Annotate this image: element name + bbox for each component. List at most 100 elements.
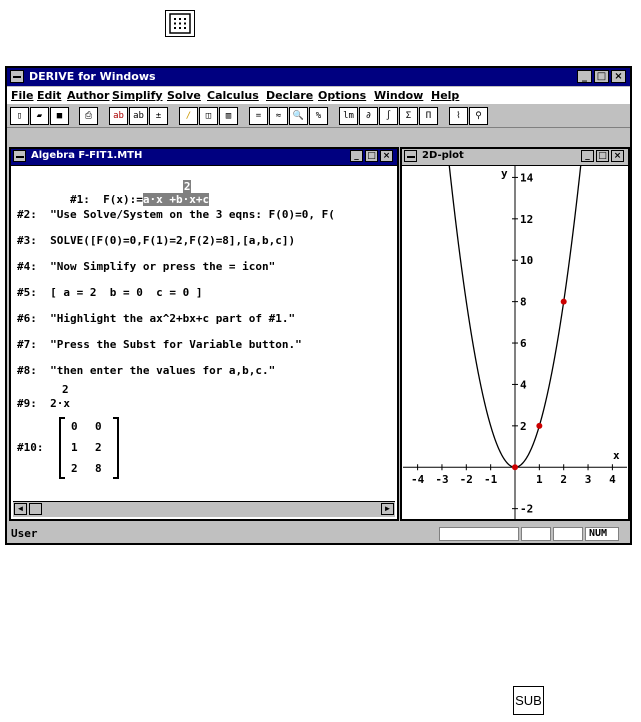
close-button[interactable]: ×: [611, 70, 626, 83]
algebra-minimize-button[interactable]: _: [350, 150, 363, 162]
y-tick-label: 12: [520, 213, 533, 226]
integrate-button[interactable]: ∫: [379, 107, 398, 125]
expression: F(x):=: [103, 193, 143, 206]
plot-minimize-button[interactable]: _: [581, 150, 594, 162]
algebra-system-icon[interactable]: [13, 150, 26, 162]
menu-file[interactable]: File: [11, 89, 34, 102]
plot-window: 2D-plot _ □ × -4 -3 -2 -1 1 2 3 4 14 12 10 8 6 4 2 -2 x y: [400, 147, 630, 521]
y-tick-label: -2: [520, 503, 533, 516]
matrix-cell: 8: [95, 462, 102, 475]
toolbar: ▯ ▰ ■ ⎙ ab ab ± / ◫ ▥ = ≈ 🔍 % lm ∂ ∫ Σ Π…: [7, 105, 630, 128]
matrix-icon: [165, 10, 195, 37]
menu-options[interactable]: Options: [318, 89, 366, 102]
approximate-button[interactable]: ≈: [269, 107, 288, 125]
algebra-maximize-button[interactable]: □: [365, 150, 378, 162]
expr-line-2[interactable]: #2: "Use Solve/System on the 3 eqns: F(0…: [17, 208, 335, 221]
horizontal-scrollbar[interactable]: ◄ ►: [13, 501, 395, 517]
plot-3d-icon[interactable]: ⚲: [469, 107, 488, 125]
algebra-close-button[interactable]: ×: [380, 150, 393, 162]
expr-line-5[interactable]: #5: [ a = 2 b = 0 c = 0 ]: [17, 286, 202, 299]
expression: "Use Solve/System on the 3 eqns: F(0)=0,…: [50, 208, 335, 221]
expression: "Now Simplify or press the = icon": [50, 260, 276, 273]
menu-calculus[interactable]: Calculus: [207, 89, 259, 102]
save-icon[interactable]: ■: [50, 107, 69, 125]
plot-close-button[interactable]: ×: [611, 150, 624, 162]
menu-window[interactable]: Window: [374, 89, 423, 102]
derive-window: DERIVE for Windows _ □ × File Edit Autho…: [5, 66, 632, 545]
subst-variable-button-icon: SUB: [513, 686, 544, 715]
line-label: #9:: [17, 397, 37, 410]
menu-help[interactable]: Help: [431, 89, 459, 102]
expr-line-8[interactable]: #8: "then enter the values for a,b,c.": [17, 364, 275, 377]
x-tick-label: 3: [585, 473, 592, 486]
delete-icon[interactable]: ▥: [219, 107, 238, 125]
expr-line-4[interactable]: #4: "Now Simplify or press the = icon": [17, 260, 275, 273]
data-point: [536, 422, 543, 429]
minimize-button[interactable]: _: [577, 70, 592, 83]
author-vector-icon[interactable]: ab: [129, 107, 148, 125]
zoom-icon[interactable]: 🔍: [289, 107, 308, 125]
menu-declare[interactable]: Declare: [266, 89, 313, 102]
plot-titlebar: 2D-plot _ □ ×: [402, 149, 628, 166]
scroll-left-arrow[interactable]: ◄: [14, 503, 27, 515]
system-menu-icon[interactable]: [10, 70, 24, 83]
line-label: #5:: [17, 286, 37, 299]
simplify-button[interactable]: =: [249, 107, 268, 125]
x-tick-label: -1: [484, 473, 498, 486]
x-tick-label: 4: [609, 473, 616, 486]
algebra-titlebar: Algebra F-FIT1.MTH _ □ ×: [11, 149, 397, 166]
author-expression-icon[interactable]: ab: [109, 107, 128, 125]
algebra-title: Algebra F-FIT1.MTH: [31, 150, 143, 161]
line-label: #2:: [17, 208, 37, 221]
expression: "Highlight the ax^2+bx+c part of #1.": [50, 312, 296, 325]
menu-solve[interactable]: Solve: [167, 89, 201, 102]
expr-line-3[interactable]: #3: SOLVE([F(0)=0,F(1)=2,F(2)=8],[a,b,c]…: [17, 234, 295, 247]
plot-2d-icon[interactable]: ⌇: [449, 107, 468, 125]
expression: [ a = 2 b = 0 c = 0 ]: [50, 286, 203, 299]
exponent: 2: [182, 180, 192, 193]
matrix-cell: 2: [95, 441, 102, 454]
edit-icon[interactable]: /: [179, 107, 198, 125]
window-title: DERIVE for Windows: [29, 70, 156, 83]
y-tick-label: 8: [520, 296, 527, 309]
substitute-icon[interactable]: %: [309, 107, 328, 125]
x-tick-label: -4: [411, 473, 425, 486]
y-axis-label: y: [501, 167, 508, 180]
expr-line-7[interactable]: #7: "Press the Subst for Variable button…: [17, 338, 302, 351]
status-mode: User: [11, 527, 38, 540]
line-label: #3:: [17, 234, 37, 247]
new-file-icon[interactable]: ▯: [10, 107, 29, 125]
menu-bar: File Edit Author Simplify Solve Calculus…: [7, 87, 630, 104]
status-field: [521, 527, 551, 541]
scroll-thumb[interactable]: [29, 503, 42, 515]
differentiate-button[interactable]: ∂: [359, 107, 378, 125]
subst-variable-icon[interactable]: ◫: [199, 107, 218, 125]
limit-button[interactable]: lm: [339, 107, 358, 125]
plot-maximize-button[interactable]: □: [596, 150, 609, 162]
expr-line-9[interactable]: #9: 2·x2: [17, 383, 77, 410]
expr-line-6[interactable]: #6: "Highlight the ax^2+bx+c part of #1.…: [17, 312, 295, 325]
menu-author[interactable]: Author: [67, 89, 109, 102]
expression: SOLVE([F(0)=0,F(1)=2,F(2)=8],[a,b,c]): [50, 234, 296, 247]
maximize-button[interactable]: □: [594, 70, 609, 83]
expr-line-10[interactable]: #10:: [17, 441, 44, 454]
exponent: 2: [62, 383, 69, 396]
scroll-right-arrow[interactable]: ►: [381, 503, 394, 515]
x-tick-label: 1: [536, 473, 543, 486]
matrix-bracket: 0 0 1 2 2 8: [59, 417, 119, 479]
y-tick-label: 2: [520, 420, 527, 433]
menu-edit[interactable]: Edit: [37, 89, 61, 102]
sum-button[interactable]: Σ: [399, 107, 418, 125]
author-matrix-icon[interactable]: ±: [149, 107, 168, 125]
plot-system-icon[interactable]: [404, 150, 417, 162]
matrix-cell: 0: [95, 420, 102, 433]
product-button[interactable]: Π: [419, 107, 438, 125]
plot-area[interactable]: -4 -3 -2 -1 1 2 3 41412108642-2xy: [403, 165, 627, 519]
menu-simplify[interactable]: Simplify: [112, 89, 163, 102]
x-axis-label: x: [613, 449, 620, 462]
print-icon[interactable]: ⎙: [79, 107, 98, 125]
open-file-icon[interactable]: ▰: [30, 107, 49, 125]
data-point: [512, 464, 518, 471]
highlighted-subexpression[interactable]: a·x +b·x+c 2: [142, 180, 210, 206]
num-lock-indicator: NUM: [585, 527, 619, 541]
